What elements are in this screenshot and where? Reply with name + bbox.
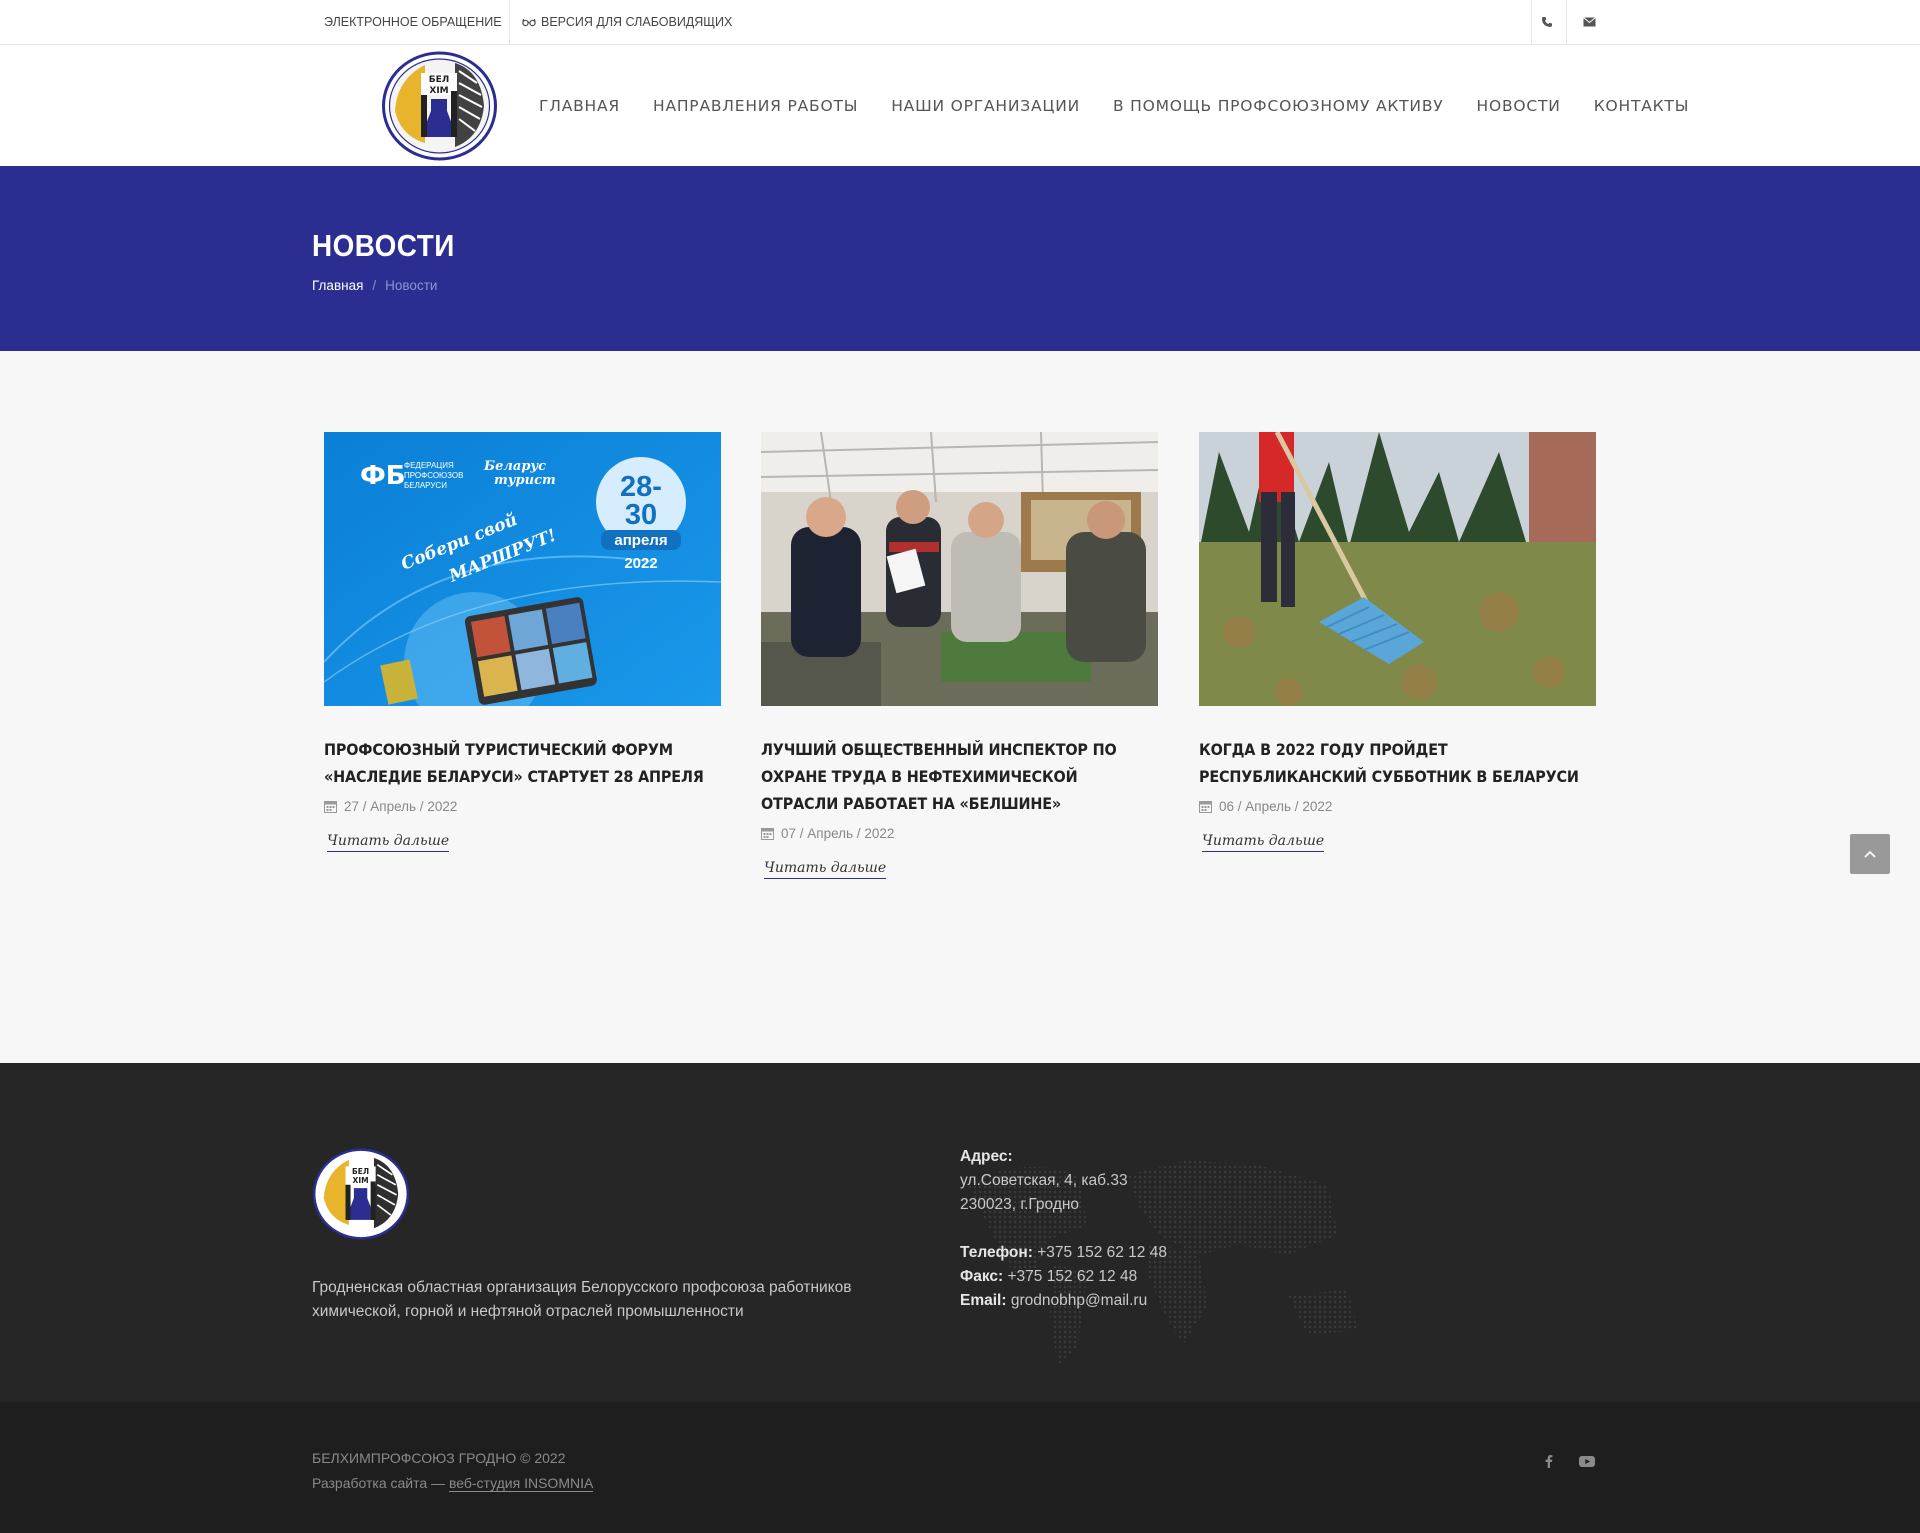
footer-contacts: Адрес: ул.Советская, 4, каб.33 230023, г… <box>960 1145 1167 1313</box>
facebook-icon[interactable] <box>1538 1450 1560 1472</box>
news-card: КОГДА В 2022 ГОДУ ПРОЙДЕТ РЕСПУБЛИКАНСКИ… <box>1199 432 1596 852</box>
developer-link[interactable]: веб-студия INSOMNIA <box>448 1475 594 1492</box>
page-title-band: НОВОСТИ Главная / Новости <box>0 166 1920 351</box>
image-text: ФЕДЕРАЦИЯ <box>404 461 454 470</box>
bottom-bar: БЕЛХИМПРОФСОЮЗ ГРОДНО © 2022 Разработка … <box>0 1402 1920 1533</box>
nav-item-contacts[interactable]: КОНТАКТЫ <box>1594 97 1689 115</box>
logo-text: ХІМ <box>353 1176 369 1185</box>
news-card: ФБ ФЕДЕРАЦИЯ ПРОФСОЮЗОВ БЕЛАРУСИ Беларус… <box>324 432 721 852</box>
nav-item-home[interactable]: ГЛАВНАЯ <box>539 97 620 115</box>
news-date-text: 07 / Апрель / 2022 <box>781 826 895 841</box>
news-title[interactable]: КОГДА В 2022 ГОДУ ПРОЙДЕТ РЕСПУБЛИКАНСКИ… <box>1199 736 1595 790</box>
news-title[interactable]: ПРОФСОЮЗНЫЙ ТУРИСТИЧЕСКИЙ ФОРУМ «НАСЛЕДИ… <box>324 736 720 790</box>
logo-text: ХІМ <box>429 86 448 96</box>
nav-item-activists[interactable]: В ПОМОЩЬ ПРОФСОЮЗНОМУ АКТИВУ <box>1113 97 1444 115</box>
email-label: Email: <box>960 1292 1007 1309</box>
breadcrumb: Главная / Новости <box>312 278 437 293</box>
chevron-up-icon <box>1864 850 1876 858</box>
low-vision-label: ВЕРСИЯ ДЛЯ СЛАБОВИДЯЩИХ <box>541 15 733 29</box>
read-more-link[interactable]: Читать дальше <box>764 860 887 879</box>
youtube-icon[interactable] <box>1576 1450 1598 1472</box>
breadcrumb-current: Новости <box>385 278 438 293</box>
logo-text: БЕЛ <box>352 1167 369 1176</box>
image-text: Беларус <box>483 459 546 474</box>
image-text: 30 <box>625 499 657 531</box>
fax-value: +375 152 62 12 48 <box>1007 1268 1138 1285</box>
phone-label: Телефон: <box>960 1244 1033 1261</box>
calendar-icon <box>324 801 337 813</box>
read-more-link[interactable]: Читать дальше <box>327 833 450 852</box>
phone-value[interactable]: +375 152 62 12 48 <box>1037 1244 1167 1261</box>
developer-prefix: Разработка сайта — <box>312 1475 449 1491</box>
image-text: ПРОФСОЮЗОВ <box>404 471 463 480</box>
glasses-icon <box>522 18 536 26</box>
calendar-icon <box>761 828 774 840</box>
site-header: БЕЛ ХІМ ГЛАВНАЯ НАПРАВЛЕНИЯ РАБОТЫ НАШИ … <box>0 45 1920 166</box>
address-label: Адрес: <box>960 1148 1013 1165</box>
fax-label: Факс: <box>960 1268 1004 1285</box>
news-date: 07 / Апрель / 2022 <box>761 826 1158 841</box>
nav-item-directions[interactable]: НАПРАВЛЕНИЯ РАБОТЫ <box>653 97 858 115</box>
news-card: ЛУЧШИЙ ОБЩЕСТВЕННЫЙ ИНСПЕКТОР ПО ОХРАНЕ … <box>761 432 1158 879</box>
nav-item-organizations[interactable]: НАШИ ОРГАНИЗАЦИИ <box>891 97 1080 115</box>
image-text: БЕЛАРУСИ <box>404 481 447 490</box>
image-text: турист <box>494 473 556 488</box>
divider <box>1566 0 1567 44</box>
copyright-block: БЕЛХИМПРОФСОЮЗ ГРОДНО © 2022 Разработка … <box>312 1446 594 1496</box>
news-date-text: 06 / Апрель / 2022 <box>1219 799 1333 814</box>
low-vision-link[interactable]: ВЕРСИЯ ДЛЯ СЛАБОВИДЯЩИХ <box>522 0 732 44</box>
image-text: апреля <box>614 532 667 549</box>
svg-text:ФБ: ФБ <box>360 461 406 491</box>
belhim-logo[interactable]: БЕЛ ХІМ <box>381 51 498 161</box>
nav-item-news[interactable]: НОВОСТИ <box>1477 97 1561 115</box>
mail-icon[interactable] <box>1574 0 1604 44</box>
main-nav: ГЛАВНАЯ НАПРАВЛЕНИЯ РАБОТЫ НАШИ ОРГАНИЗА… <box>539 45 1722 166</box>
footer-description: Гродненская областная организация Белору… <box>312 1279 852 1320</box>
news-date: 06 / Апрель / 2022 <box>1199 799 1596 814</box>
site-footer: БЕЛ ХІМ Гродненская областная организаци… <box>0 1063 1920 1402</box>
news-title[interactable]: ЛУЧШИЙ ОБЩЕСТВЕННЫЙ ИНСПЕКТОР ПО ОХРАНЕ … <box>761 736 1157 817</box>
address-line: 230023, г.Гродно <box>960 1196 1080 1213</box>
news-date: 27 / Апрель / 2022 <box>324 799 721 814</box>
divider <box>509 0 510 44</box>
scroll-to-top-button[interactable] <box>1850 834 1890 874</box>
logo-text: БЕЛ <box>429 75 449 85</box>
electronic-appeal-link[interactable]: ЭЛЕКТРОННОЕ ОБРАЩЕНИЕ <box>324 0 502 44</box>
address-line: ул.Советская, 4, каб.33 <box>960 1172 1128 1189</box>
read-more-link[interactable]: Читать дальше <box>1202 833 1325 852</box>
breadcrumb-home-link[interactable]: Главная <box>312 278 363 293</box>
news-date-text: 27 / Апрель / 2022 <box>344 799 458 814</box>
news-image-safety-inspector[interactable] <box>761 432 1158 706</box>
news-image-tourism-forum[interactable]: ФБ ФЕДЕРАЦИЯ ПРОФСОЮЗОВ БЕЛАРУСИ Беларус… <box>324 432 721 706</box>
news-image-subbotnik[interactable] <box>1199 432 1596 706</box>
breadcrumb-separator: / <box>372 278 377 293</box>
copyright-text: БЕЛХИМПРОФСОЮЗ ГРОДНО © 2022 <box>312 1450 566 1466</box>
page-title: НОВОСТИ <box>312 228 455 263</box>
footer-logo[interactable]: БЕЛ ХІМ <box>312 1148 410 1240</box>
top-bar: ЭЛЕКТРОННОЕ ОБРАЩЕНИЕ ВЕРСИЯ ДЛЯ СЛАБОВИ… <box>0 0 1920 45</box>
phone-icon[interactable] <box>1532 0 1562 44</box>
image-text: 2022 <box>624 555 657 572</box>
calendar-icon <box>1199 801 1212 813</box>
email-link[interactable]: grodnobhp@mail.ru <box>1011 1292 1147 1309</box>
